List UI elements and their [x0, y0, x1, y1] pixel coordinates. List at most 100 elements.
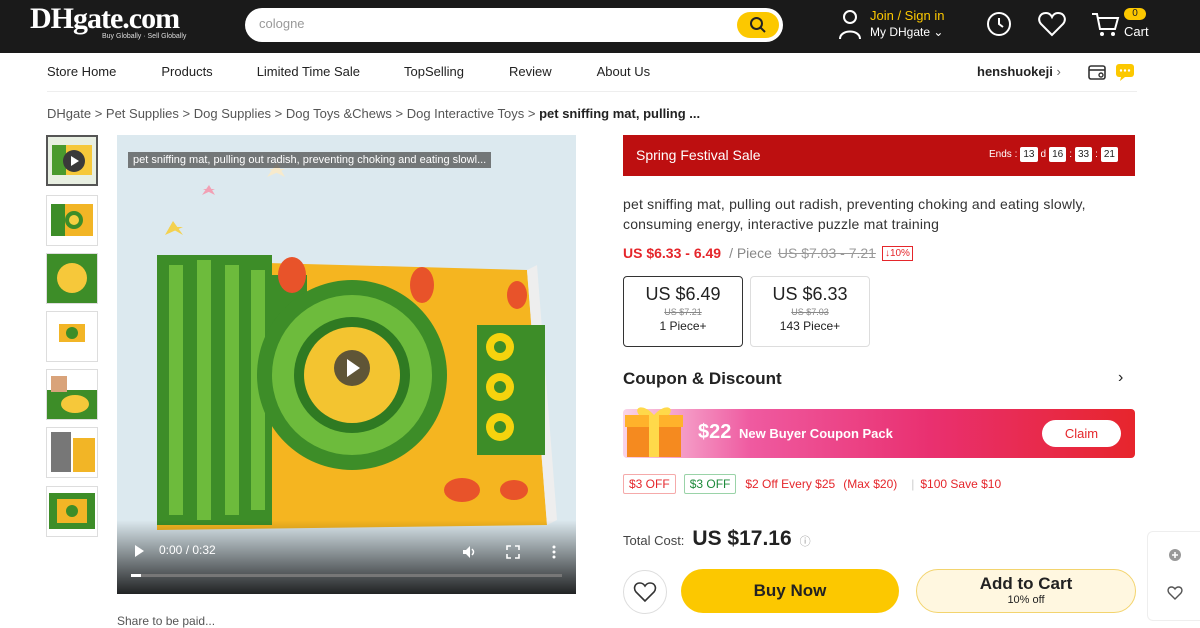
tier-original-price: US $7.03: [791, 307, 829, 317]
chevron-down-icon: ⌄: [933, 25, 944, 39]
deal-2-off: $2 Off Every $25: [745, 477, 836, 491]
wishlist-heart-icon[interactable]: [1037, 10, 1067, 38]
join-signin-link[interactable]: Join / Sign in: [870, 8, 944, 23]
video-time: 0:00 / 0:32: [159, 543, 216, 557]
add-to-cart-sublabel: 10% off: [1007, 594, 1045, 606]
breadcrumb-dhgate[interactable]: DHgate: [47, 106, 91, 121]
claim-button[interactable]: Claim: [1042, 420, 1121, 447]
spring-festival-sale-bar: Spring Festival Sale Ends : 13 d 16 : 33…: [623, 135, 1135, 176]
coupon-tag-3off-green[interactable]: $3 OFF: [683, 474, 737, 494]
divider: [47, 91, 1137, 92]
logo-text: DHgate.com: [30, 2, 180, 35]
gift-box-icon: [625, 407, 683, 457]
info-icon[interactable]: ⓘ: [800, 533, 811, 549]
sale-title: Spring Festival Sale: [636, 147, 761, 163]
breadcrumb-current: pet sniffing mat, pulling ...: [539, 106, 701, 121]
account-menu[interactable]: Join / Sign in My DHgate ⌄: [838, 8, 944, 40]
logo-tagline: Buy Globally · Sell Globally: [102, 33, 187, 40]
add-to-cart-label: Add to Cart: [979, 574, 1073, 593]
play-button-icon[interactable]: [133, 544, 145, 558]
store-nav-review[interactable]: Review: [509, 64, 552, 79]
tier-quantity: 143 Piece+: [779, 319, 841, 333]
dhgate-logo[interactable]: DHgate.com Buy Globally · Sell Globally: [30, 2, 187, 41]
video-progress-bar[interactable]: [131, 574, 562, 577]
ends-label: Ends :: [989, 149, 1018, 160]
search-input[interactable]: [259, 16, 719, 31]
original-price-range: US $7.03 - 7.21: [777, 245, 876, 261]
tier-price: US $6.49: [645, 284, 721, 304]
price-tier-2[interactable]: US $6.33 US $7.03 143 Piece+: [750, 276, 870, 347]
total-cost-value: US $17.16: [692, 527, 792, 550]
tier-price: US $6.33: [772, 284, 848, 304]
thumbnail-5[interactable]: [46, 369, 98, 420]
video-caption: pet sniffing mat, pulling out radish, pr…: [128, 152, 492, 168]
chevron-right-icon[interactable]: ›: [1118, 369, 1123, 387]
volume-icon[interactable]: [462, 545, 478, 559]
search-icon: [750, 17, 766, 33]
add-to-wishlist-button[interactable]: [623, 570, 667, 614]
history-icon[interactable]: [985, 10, 1013, 38]
price-range: US $6.33 - 6.49: [623, 245, 722, 261]
thumbnail-2[interactable]: [46, 195, 98, 246]
store-name[interactable]: henshuokeji ›: [977, 64, 1061, 79]
countdown-hours: 16: [1049, 147, 1067, 162]
countdown-d: d: [1040, 149, 1047, 160]
store-nav-products[interactable]: Products: [161, 64, 212, 79]
add-to-cart-button[interactable]: Add to Cart 10% off: [916, 569, 1136, 613]
discount-badge: ↓10%: [881, 245, 913, 261]
my-dhgate-link[interactable]: My DHgate: [870, 25, 930, 39]
breadcrumb-dog-interactive-toys[interactable]: Dog Interactive Toys: [407, 106, 525, 121]
countdown-seconds: 21: [1100, 147, 1118, 162]
coupon-tags: $3 OFF $3 OFF $2 Off Every $25 (Max $20)…: [623, 474, 1001, 494]
new-buyer-coupon-banner[interactable]: $22 New Buyer Coupon Pack Claim: [623, 407, 1135, 458]
heart-icon[interactable]: [1167, 586, 1183, 600]
coupon-label: New Buyer Coupon Pack: [739, 426, 893, 441]
coupon-heading[interactable]: Coupon & Discount: [623, 369, 782, 389]
fullscreen-icon[interactable]: [506, 545, 520, 559]
thumbnail-7[interactable]: [46, 486, 98, 537]
heart-icon: [633, 582, 657, 603]
cart-count-badge: 0: [1124, 8, 1146, 20]
breadcrumb: DHgate > Pet Supplies > Dog Supplies > D…: [47, 106, 701, 121]
breadcrumb-dog-toys[interactable]: Dog Toys &Chews: [286, 106, 392, 121]
store-nav-about[interactable]: About Us: [597, 64, 650, 79]
coupon-tag-3off[interactable]: $3 OFF: [623, 474, 676, 494]
price-tier-1[interactable]: US $6.49 US $7.21 1 Piece+: [623, 276, 743, 347]
store-nav: Store Home Products Limited Time Sale To…: [47, 64, 650, 79]
thumbnail-3[interactable]: [46, 253, 98, 304]
tier-original-price: US $7.21: [664, 307, 702, 317]
coupon-amount: $22: [698, 421, 732, 443]
share-text[interactable]: Share to be paid...: [117, 614, 215, 628]
top-header: DHgate.com Buy Globally · Sell Globally …: [0, 0, 1200, 53]
countdown-sep: :: [1095, 149, 1098, 160]
store-icon[interactable]: [1087, 62, 1107, 82]
deal-max: (Max $20): [843, 477, 898, 491]
breadcrumb-pet-supplies[interactable]: Pet Supplies: [106, 106, 179, 121]
countdown-sep: :: [1069, 149, 1072, 160]
buy-now-button[interactable]: Buy Now: [681, 569, 899, 613]
more-options-icon[interactable]: [551, 544, 557, 560]
thumbnail-6[interactable]: [46, 427, 98, 478]
chat-message-icon[interactable]: [1115, 62, 1135, 82]
thumbnail-4[interactable]: [46, 311, 98, 362]
store-nav-topselling[interactable]: TopSelling: [404, 64, 464, 79]
chevron-right-icon: ›: [1056, 64, 1061, 79]
breadcrumb-dog-supplies[interactable]: Dog Supplies: [194, 106, 271, 121]
deal-100-save-10: $100 Save $10: [920, 477, 1002, 491]
floating-side-toolbar: [1147, 531, 1200, 621]
countdown-minutes: 33: [1074, 147, 1093, 162]
cart-icon[interactable]: [1090, 10, 1120, 38]
thumbnail-video[interactable]: [46, 135, 98, 186]
store-nav-limited-sale[interactable]: Limited Time Sale: [257, 64, 360, 79]
total-cost-label: Total Cost:: [623, 533, 685, 548]
price-row: US $6.33 - 6.49 / Piece US $7.03 - 7.21 …: [623, 245, 913, 261]
plus-circle-icon[interactable]: [1168, 548, 1182, 562]
search-bar: [245, 8, 783, 42]
cart-label[interactable]: Cart: [1124, 24, 1149, 39]
countdown-days: 13: [1020, 147, 1038, 162]
search-button[interactable]: [737, 12, 779, 38]
price-unit: / Piece: [729, 245, 772, 261]
store-nav-home[interactable]: Store Home: [47, 64, 116, 79]
user-icon: [839, 10, 861, 40]
sale-countdown: Ends : 13 d 16 : 33 : 21: [989, 147, 1121, 162]
